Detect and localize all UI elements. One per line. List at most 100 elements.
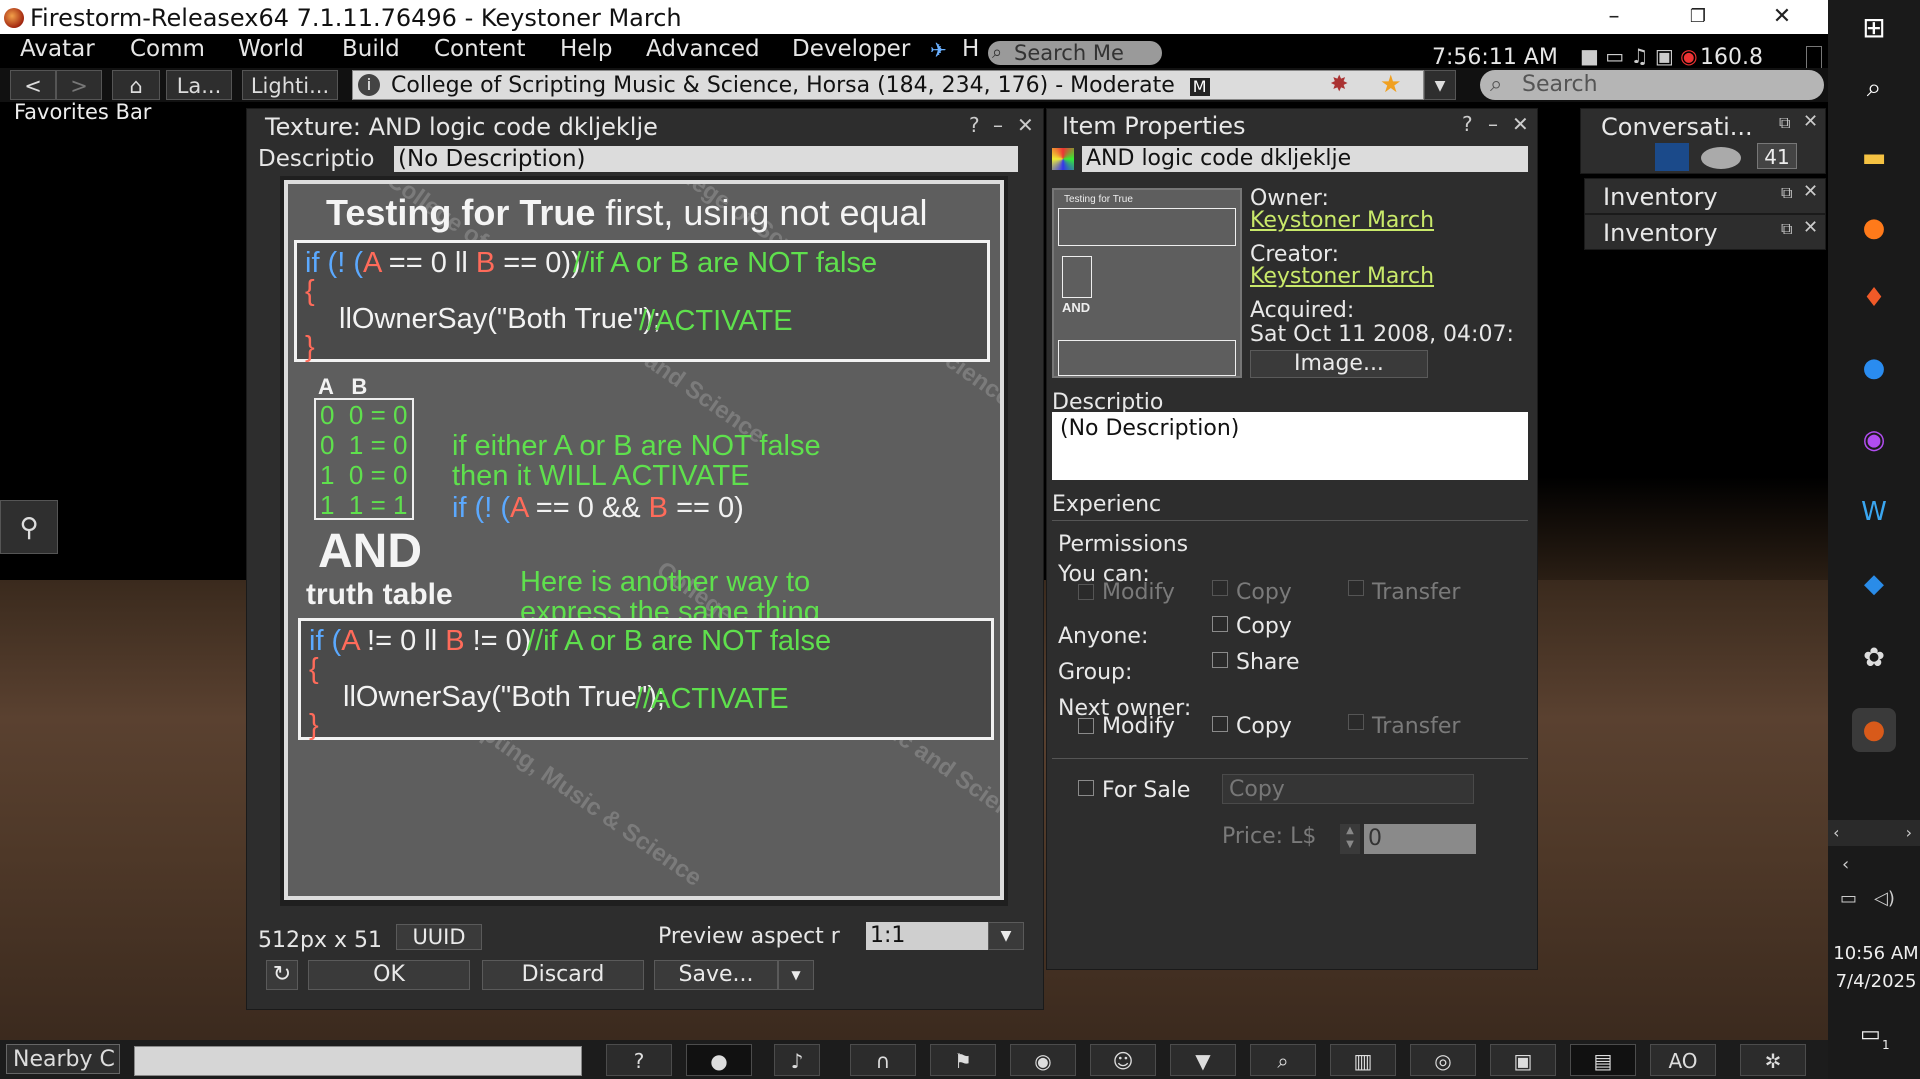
help-icon[interactable]: ?	[606, 1044, 672, 1076]
close-button[interactable]: ✕	[1754, 2, 1810, 32]
chevron-left-icon[interactable]: ‹	[1842, 854, 1849, 875]
inventory-floater[interactable]: Inventory ⧉ ✕	[1584, 214, 1826, 250]
movement-icon[interactable]: ⚑	[930, 1044, 996, 1076]
conversations-floater[interactable]: Conversati... ⧉ ✕ 41	[1580, 108, 1826, 174]
search-input[interactable]: Search	[1480, 70, 1824, 100]
menu-comm[interactable]: Comm	[130, 36, 205, 62]
location-input[interactable]: College of Scripting Music & Science, Ho…	[352, 70, 1424, 100]
help-icon[interactable]: ?	[969, 113, 980, 137]
camera-icon[interactable]: ■	[1580, 44, 1599, 68]
taskbar-scroll[interactable]: ‹ ›	[1828, 820, 1920, 846]
description-textarea[interactable]: (No Description)	[1052, 412, 1528, 480]
microphone-icon[interactable]: ♪	[774, 1044, 820, 1076]
minimize-button[interactable]: –	[1586, 2, 1642, 32]
file-explorer-icon[interactable]: ▬	[1852, 136, 1896, 180]
map-icon[interactable]: ▥	[1330, 1044, 1396, 1076]
firefox-dev-icon[interactable]: ●	[1852, 346, 1896, 390]
save-dropdown-icon[interactable]: ▼	[778, 960, 814, 990]
wing-app-icon[interactable]: W	[1852, 490, 1896, 534]
system-clock[interactable]: 10:56 AM 7/4/2025	[1832, 940, 1920, 996]
firefox-icon[interactable]: ●	[1852, 206, 1896, 250]
media-icon[interactable]: ▣	[1655, 44, 1674, 68]
paint-app-icon[interactable]: ✿	[1852, 636, 1896, 680]
item-name-field[interactable]: AND logic code dkljeklje	[1082, 146, 1528, 172]
speaker-icon[interactable]: ◁)	[1874, 888, 1895, 909]
close-icon[interactable]: ✕	[1512, 112, 1529, 136]
lighting-button[interactable]: Lighti...	[242, 70, 338, 100]
search-icon[interactable]: ⌕	[1852, 66, 1896, 110]
home-button[interactable]: ⌂	[112, 70, 160, 100]
maximize-button[interactable]: ❐	[1670, 2, 1726, 32]
next-copy-checkbox[interactable]	[1212, 716, 1228, 732]
people-icon[interactable]: ☺	[1090, 1044, 1156, 1076]
uuid-button[interactable]: UUID	[396, 924, 482, 950]
menu-help[interactable]: Help	[560, 36, 612, 62]
image-button[interactable]: Image...	[1250, 350, 1428, 378]
search-icon[interactable]: ⌕	[1250, 1044, 1316, 1076]
app-mask-icon[interactable]: ◉	[1852, 418, 1896, 462]
ok-button[interactable]: OK	[308, 960, 470, 990]
location-pin-icon[interactable]: ⚲	[0, 500, 58, 554]
notification-icon[interactable]: ▭	[1860, 1022, 1881, 1047]
voice-icon[interactable]: ∩	[850, 1044, 916, 1076]
network-icon[interactable]: ▭	[1840, 888, 1857, 909]
windows-start-icon[interactable]: ⊞	[1852, 6, 1896, 50]
brave-icon[interactable]: ♦	[1852, 276, 1896, 320]
landmarks-button[interactable]: La...	[166, 70, 232, 100]
close-icon[interactable]: ✕	[1803, 181, 1818, 202]
menu-build[interactable]: Build	[342, 36, 400, 62]
close-icon[interactable]: ✕	[1803, 111, 1818, 132]
monitor-icon[interactable]: ▭	[1605, 44, 1624, 68]
location-dropdown[interactable]: ▼	[1424, 70, 1456, 100]
appearance-icon[interactable]: ▼	[1170, 1044, 1236, 1076]
menu-world[interactable]: World	[238, 36, 304, 62]
forward-button[interactable]: >	[56, 70, 102, 100]
menu-advanced[interactable]: Advanced	[646, 36, 760, 62]
info-icon[interactable]: i	[358, 74, 380, 96]
undock-icon[interactable]: ⧉	[1781, 183, 1792, 203]
snapshot-icon[interactable]: ▣	[1490, 1044, 1556, 1076]
aspect-dropdown-icon[interactable]: ▼	[988, 922, 1024, 950]
undock-icon[interactable]: ⧉	[1779, 113, 1790, 133]
description-field[interactable]: (No Description)	[394, 146, 1018, 172]
inventory-icon[interactable]: ▤	[1570, 1044, 1636, 1076]
favorites-bar[interactable]: Favorites Bar	[14, 100, 151, 124]
nearby-chat-button[interactable]: Nearby C	[6, 1044, 120, 1074]
search-menu-input[interactable]: Search Me	[988, 41, 1162, 65]
creator-link[interactable]: Keystoner March	[1250, 264, 1434, 289]
owner-link[interactable]: Keystoner March	[1250, 208, 1434, 233]
menu-developer[interactable]: Developer	[792, 36, 910, 62]
inventory-floater[interactable]: Inventory ⧉ ✕	[1584, 178, 1826, 214]
avatar-icon[interactable]: ✲	[1740, 1044, 1806, 1076]
chat-input[interactable]	[134, 1046, 582, 1076]
ao-button[interactable]: AO	[1650, 1044, 1716, 1076]
destinations-icon[interactable]: ◎	[1410, 1044, 1476, 1076]
fly-icon[interactable]: ✈	[930, 38, 947, 62]
chat-bubble-icon[interactable]	[1701, 147, 1741, 169]
camera-view-icon[interactable]: ◉	[1010, 1044, 1076, 1076]
back-button[interactable]: <	[10, 70, 56, 100]
group-share-checkbox[interactable]	[1212, 652, 1228, 668]
discard-button[interactable]: Discard	[482, 960, 644, 990]
menu-avatar[interactable]: Avatar	[20, 36, 95, 62]
vscode-icon[interactable]: ◆	[1852, 562, 1896, 606]
no-script-icon[interactable]: ✸	[1330, 72, 1348, 97]
speak-icon[interactable]: ●	[686, 1044, 752, 1076]
menu-content[interactable]: Content	[434, 36, 525, 62]
conversation-thumbnail[interactable]	[1655, 143, 1689, 171]
undock-icon[interactable]: ⧉	[1781, 219, 1792, 239]
favorite-star-icon[interactable]: ★	[1380, 70, 1402, 98]
minimize-icon[interactable]: –	[993, 113, 1003, 137]
music-icon[interactable]: ♫	[1631, 44, 1649, 68]
for-sale-checkbox[interactable]	[1078, 780, 1094, 796]
aspect-select[interactable]: 1:1	[866, 922, 988, 950]
help-icon[interactable]: ?	[1462, 112, 1473, 136]
close-icon[interactable]: ✕	[1803, 217, 1818, 238]
anyone-copy-checkbox[interactable]	[1212, 616, 1228, 632]
next-modify-checkbox[interactable]	[1078, 718, 1094, 734]
firestorm-taskbar-icon[interactable]: ●	[1852, 708, 1896, 752]
item-thumbnail[interactable]: Testing for True AND	[1052, 188, 1242, 378]
status-icons[interactable]: ■ ▭ ♫ ▣ ◉	[1580, 44, 1698, 68]
save-button[interactable]: Save...	[654, 960, 778, 990]
volume-icon[interactable]: ◉	[1680, 44, 1697, 68]
